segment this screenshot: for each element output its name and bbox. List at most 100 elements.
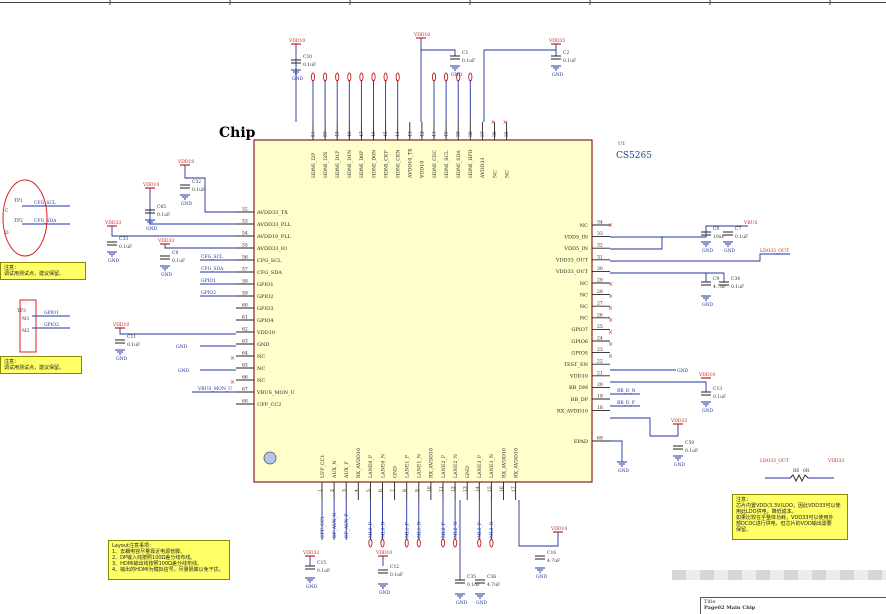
gnd-label: GND <box>476 600 488 606</box>
pin-name: HDMI_D1N <box>347 150 353 178</box>
pin-number: 66 <box>242 375 248 381</box>
pin-name: NC <box>580 292 588 298</box>
wire <box>610 253 790 262</box>
cap-ref: C35 <box>467 574 476 580</box>
diff-port-marker <box>347 72 352 82</box>
pin-number: 44 <box>395 131 401 137</box>
port-marker <box>468 72 473 82</box>
wire <box>518 500 559 547</box>
diff-port-marker <box>383 72 388 82</box>
cap-ref: C12 <box>390 564 399 570</box>
pin-number: 43 <box>407 131 413 137</box>
net-label: VBUS_MON_U <box>197 386 232 392</box>
power-label: VDD10 <box>142 182 159 188</box>
chip-part: CS5265 <box>616 151 652 161</box>
pin-number: 10 <box>426 486 432 492</box>
pin-number: 40 <box>444 131 450 137</box>
pin-name: BB_DM <box>569 385 588 391</box>
pin-name: UFP_CC1 <box>320 455 326 478</box>
gnd-label: GND <box>161 272 173 278</box>
res-ref: R6 <box>793 468 799 474</box>
net-label: GPIO2 <box>44 322 59 328</box>
pin-number: 60 <box>242 303 248 309</box>
tp-label: TP3 <box>17 308 26 314</box>
gnd-label: GND <box>306 584 318 590</box>
pin-name: CFG_SCL <box>257 258 282 264</box>
diff-port-marker <box>477 538 482 548</box>
pin-number: 33 <box>597 231 603 237</box>
pin-number: 32 <box>597 243 603 249</box>
pin-number: 68 <box>242 399 248 405</box>
chip-heading: Chip <box>219 125 256 141</box>
pin-number: 16 <box>499 486 505 492</box>
pin-name: RX_AVDD10 <box>429 448 435 478</box>
cap-value: 4.7uF <box>547 558 560 564</box>
pin-number: 38 <box>468 131 474 137</box>
net-label: ML3_N <box>489 521 495 538</box>
pin-name: AVDD33_IO <box>256 246 287 252</box>
pin-name: HDMI_CKP <box>383 150 389 178</box>
pin-name: HDMI_D0P <box>359 150 365 178</box>
cap-ref: C7 <box>735 226 741 232</box>
pin-number: 30 <box>597 266 603 272</box>
pin-name: HDMI_SCL <box>444 150 450 178</box>
cap-value: 0.1uF <box>713 394 726 400</box>
pin-number: 3 <box>342 489 348 492</box>
cap-value: 0.1uF <box>735 234 748 240</box>
wire <box>610 417 679 437</box>
nc-x-mark: × <box>230 379 235 386</box>
pin-name: NC <box>580 223 588 229</box>
pin-number: 12 <box>451 486 457 492</box>
cap-value: 0.1uF <box>157 212 170 218</box>
pin-name: BB_DP <box>571 397 589 403</box>
power-label: VDD10 <box>288 38 305 44</box>
gnd-label: GND <box>552 72 564 78</box>
pin-name: GPIO3 <box>257 306 274 312</box>
pin-number: 34 <box>597 220 603 226</box>
pin-number: 1 <box>318 489 324 492</box>
pin-number: 29 <box>597 278 603 284</box>
pin-name: LANE1_P <box>405 454 411 478</box>
pin-name: LANE0_P <box>368 454 374 478</box>
power-label: LDO33_OUT <box>760 248 789 254</box>
diff-port-marker <box>323 72 328 82</box>
diff-port-marker <box>453 538 458 548</box>
net-label: DP_AUX_P <box>344 514 350 538</box>
diff-port-marker <box>310 72 316 82</box>
power-label: VDD10 <box>413 32 430 38</box>
pin-name: LANE2_N <box>453 454 459 478</box>
wire <box>610 236 663 250</box>
pin-number: 51 <box>311 131 317 137</box>
gnd-text: GND <box>176 344 188 350</box>
wire <box>111 226 236 237</box>
pin-number: 63 <box>242 339 248 345</box>
pin-number: 19 <box>597 394 603 400</box>
net-label: ML1_N <box>417 521 423 538</box>
pin-number: 2 <box>330 489 336 492</box>
pin-name: VDD10 <box>569 374 588 380</box>
pin-number: 26 <box>597 312 603 318</box>
nc-x-mark: × <box>608 222 613 229</box>
pin-name: AUX_N <box>332 460 338 479</box>
pin1-marker <box>263 451 277 465</box>
pin-number: 25 <box>597 324 603 330</box>
pin-name: GPIO6 <box>571 339 588 345</box>
nc-x-mark: × <box>608 329 613 336</box>
pin-number: 27 <box>597 301 603 307</box>
pin-name: EPAD <box>574 439 588 445</box>
pin-number: 13 <box>463 486 469 492</box>
pin-number: 17 <box>511 486 517 492</box>
net-label: BB_D_P <box>617 400 635 406</box>
pin-number: 59 <box>242 291 248 297</box>
pin-number: 4 <box>354 489 360 492</box>
pin-number: 54 <box>242 231 248 237</box>
net-label: GPIO2 <box>201 290 216 296</box>
tp-label: M1 <box>22 316 30 322</box>
blurred-watermark <box>672 570 886 580</box>
gnd-label: GND <box>674 462 686 468</box>
pin-name: VDD10 <box>420 161 426 179</box>
pin-number: 22 <box>597 359 603 365</box>
pin-name: VBUS_MON_U <box>256 390 295 396</box>
power-label: VDD10 <box>375 550 392 556</box>
pin-name: CFG_SDA <box>257 270 282 276</box>
